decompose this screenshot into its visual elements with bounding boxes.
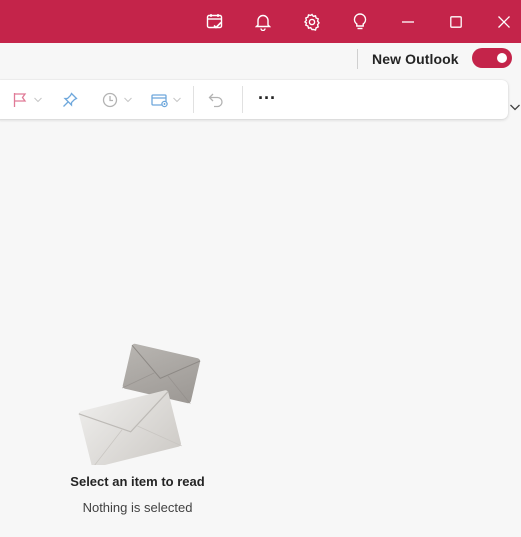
divider	[357, 49, 358, 69]
pin-button[interactable]	[62, 80, 78, 119]
notifications-button[interactable]	[243, 0, 283, 43]
chevron-down-icon	[173, 97, 181, 102]
tips-button[interactable]	[340, 0, 380, 43]
clock-icon	[102, 92, 118, 107]
new-outlook-bar: New Outlook	[0, 43, 521, 76]
minimize-button[interactable]	[388, 0, 428, 43]
close-button[interactable]	[484, 0, 521, 43]
pin-icon	[63, 91, 78, 107]
close-icon	[498, 15, 510, 28]
new-outlook-toggle[interactable]	[472, 48, 512, 68]
undo-button[interactable]	[208, 80, 224, 119]
empty-state-subtitle: Nothing is selected	[82, 500, 193, 515]
chevron-down-icon	[124, 97, 132, 102]
move-button[interactable]	[151, 80, 181, 119]
new-outlook-label: New Outlook	[372, 51, 459, 67]
flag-button[interactable]	[12, 80, 42, 119]
command-toolbar: ···	[0, 80, 508, 119]
bell-icon	[255, 14, 271, 31]
my-day-button[interactable]	[195, 0, 235, 43]
snooze-button[interactable]	[102, 80, 132, 119]
toolbar-separator	[193, 86, 194, 113]
settings-button[interactable]	[292, 0, 332, 43]
envelopes-illustration	[78, 343, 201, 465]
move-to-folder-icon	[151, 93, 168, 107]
lightbulb-icon	[353, 12, 367, 29]
title-bar	[0, 0, 521, 43]
maximize-button[interactable]	[436, 0, 476, 43]
gear-icon	[303, 13, 320, 31]
minimize-icon	[402, 20, 414, 23]
toggle-knob	[497, 53, 507, 63]
empty-state-title: Select an item to read	[70, 474, 205, 489]
chevron-down-icon[interactable]	[510, 104, 520, 111]
calendar-check-icon	[206, 13, 223, 29]
undo-icon	[208, 93, 223, 107]
more-options-button[interactable]: ···	[258, 88, 276, 109]
flag-icon	[13, 92, 27, 107]
toolbar-separator	[242, 86, 243, 113]
maximize-icon	[450, 15, 462, 28]
chevron-down-icon	[34, 97, 42, 102]
